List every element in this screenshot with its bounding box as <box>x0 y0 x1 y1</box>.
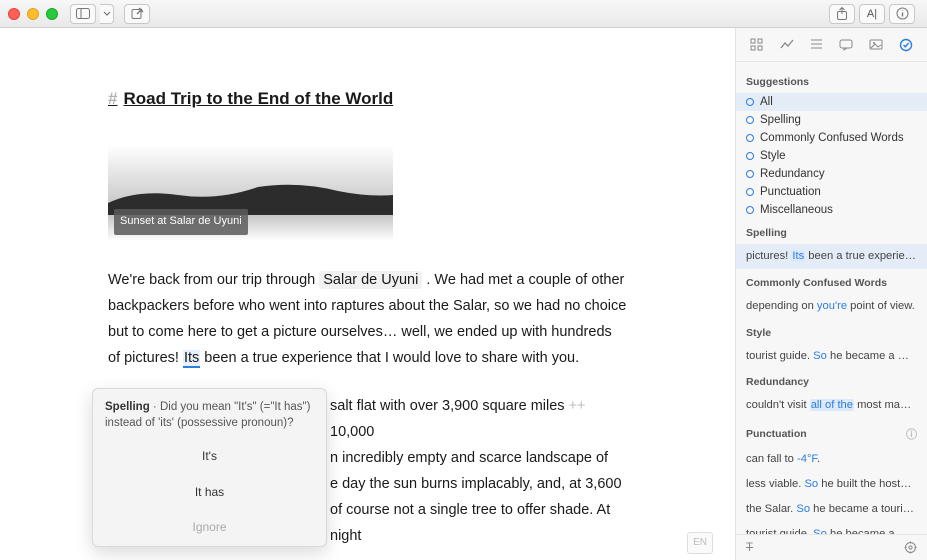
tab-comments-icon[interactable] <box>837 36 855 54</box>
settings-icon[interactable] <box>904 541 917 554</box>
suggestions-heading: Suggestions <box>736 68 927 93</box>
issue-style-0[interactable]: tourist guide. So he became a well kn… <box>736 344 927 369</box>
editor-area[interactable]: # Road Trip to the End of the World Sunse… <box>0 28 735 560</box>
text-tools-icon[interactable]: T <box>746 542 753 554</box>
language-indicator[interactable]: EN <box>687 532 713 554</box>
filter-redundancy[interactable]: Redundancy <box>736 165 927 183</box>
tab-grid-icon[interactable] <box>748 36 766 54</box>
close-window-button[interactable] <box>8 8 20 20</box>
document-title: # Road Trip to the End of the World <box>108 84 627 115</box>
tab-stats-icon[interactable] <box>778 36 796 54</box>
issue-punct-0[interactable]: can fall to -4°F. <box>736 447 927 472</box>
inspector-tabs <box>736 28 927 62</box>
zoom-window-button[interactable] <box>46 8 58 20</box>
title-text: Road Trip to the End of the World <box>123 89 393 108</box>
compose-button[interactable] <box>124 4 150 24</box>
tab-media-icon[interactable] <box>867 36 885 54</box>
issue-punct-2[interactable]: the Salar. So he became a tourist guid… <box>736 497 927 522</box>
embedded-image[interactable]: Sunset at Salar de Uyuni <box>108 145 393 241</box>
share-button[interactable] <box>829 4 855 24</box>
inspector-toggle-button[interactable] <box>889 4 915 24</box>
link-pill[interactable]: Salar de Uyuni <box>319 271 422 289</box>
filter-misc[interactable]: Miscellaneous <box>736 201 927 219</box>
issue-confused-0[interactable]: depending on you're point of view. <box>736 294 927 319</box>
tab-outline-icon[interactable] <box>808 36 826 54</box>
popover-option-ithas[interactable]: It has <box>93 475 326 511</box>
section-confused-title: Commonly Confused Words <box>736 269 927 294</box>
section-spelling-title: Spelling <box>736 219 927 244</box>
section-redundancy-title: Redundancy <box>736 368 927 393</box>
popover-option-ignore[interactable]: Ignore <box>93 510 326 546</box>
section-punctuation-title: Punctuationⓘ <box>736 418 927 447</box>
flagged-word-its[interactable]: Its <box>183 350 200 368</box>
popover-message: Spelling · Did you mean "It's" (="It has… <box>93 389 326 439</box>
sidebar-footer: T <box>736 534 927 560</box>
issue-punct-1[interactable]: less viable. So he built the hostal in U… <box>736 472 927 497</box>
appearance-button[interactable]: A| <box>859 4 885 24</box>
window-titlebar: A| <box>0 0 927 28</box>
filter-confused[interactable]: Commonly Confused Words <box>736 129 927 147</box>
section-style-title: Style <box>736 319 927 344</box>
spelling-popover: Spelling · Did you mean "It's" (="It has… <box>92 388 327 547</box>
traffic-lights <box>8 8 58 20</box>
issue-redundancy-0[interactable]: couldn't visit all of the most magnifice… <box>736 393 927 418</box>
popover-option-its[interactable]: It's <box>93 439 326 475</box>
paragraph-1: We're back from our trip through Salar d… <box>108 267 627 371</box>
issue-spelling-0[interactable]: pictures! Its been a true experience th… <box>736 244 927 269</box>
filter-style[interactable]: Style <box>736 147 927 165</box>
tab-review-icon[interactable] <box>897 36 915 54</box>
filter-all[interactable]: All <box>736 93 927 111</box>
minimize-window-button[interactable] <box>27 8 39 20</box>
heading-marker: # <box>108 89 117 108</box>
issue-punct-3[interactable]: tourist guide. So he became a well kn… <box>736 522 927 534</box>
sidebar-dropdown-button[interactable] <box>100 4 114 24</box>
info-icon[interactable]: ⓘ <box>906 426 917 442</box>
inspector-sidebar: Suggestions All Spelling Commonly Confus… <box>735 28 927 560</box>
image-caption: Sunset at Salar de Uyuni <box>114 209 248 235</box>
filter-punctuation[interactable]: Punctuation <box>736 183 927 201</box>
filter-spelling[interactable]: Spelling <box>736 111 927 129</box>
sidebar-toggle-button[interactable] <box>70 4 96 24</box>
